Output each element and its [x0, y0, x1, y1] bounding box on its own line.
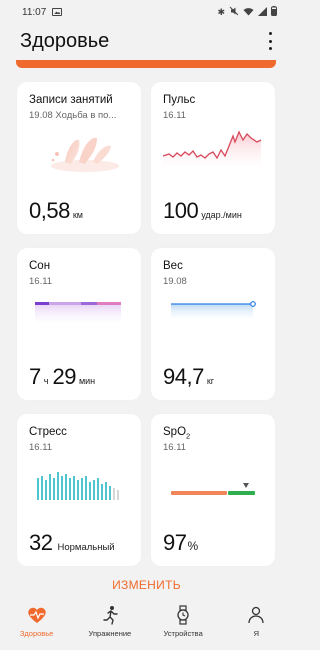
card-title: Сон [29, 260, 51, 272]
nav-tab-devices[interactable]: Устройства [147, 600, 220, 650]
card-title: SpO2 [163, 426, 190, 440]
more-options-icon[interactable] [267, 32, 273, 50]
card-value-row: 7 ч 29 мин [29, 364, 95, 390]
edit-button[interactable]: ИЗМЕНИТЬ [0, 578, 293, 592]
card-subtitle: 16.11 [29, 276, 53, 287]
spo2-card[interactable]: SpO2 16.11 97 % [151, 414, 275, 566]
card-subtitle: 16.11 [163, 442, 187, 453]
spo2-value: 97 [163, 530, 187, 555]
spo2-title: SpO [163, 426, 187, 438]
accent-bar [16, 60, 276, 68]
stress-value: 32 [29, 530, 53, 555]
sleep-chart [35, 302, 121, 324]
nav-tab-exercise[interactable]: Упражнение [73, 600, 146, 650]
page-title: Здоровье [20, 30, 110, 52]
card-title: Пульс [163, 94, 196, 106]
wifi-icon [243, 7, 254, 18]
heart-pulse-icon [27, 607, 46, 623]
watch-icon [177, 605, 189, 625]
nav-tab-me[interactable]: Я [220, 600, 293, 650]
header: Здоровье [0, 24, 293, 64]
card-value-row: 100 удар./мин [163, 198, 242, 224]
card-subtitle: 19.08 Ходьба в по... [29, 110, 117, 121]
gallery-notification-icon [52, 8, 63, 16]
person-icon [248, 606, 265, 624]
stress-chart [37, 472, 119, 500]
card-subtitle: 16.11 [163, 110, 187, 121]
sleep-hours-value: 7 [29, 364, 41, 389]
pulse-chart [162, 130, 262, 168]
stress-card[interactable]: Стресс 16.11 32 Нормальный [17, 414, 141, 566]
battery-icon [271, 6, 277, 18]
card-value-row: 97 % [163, 530, 198, 556]
weight-value: 94,7 [163, 364, 204, 389]
sleep-minutes-value: 29 [52, 364, 76, 389]
signal-icon [258, 6, 267, 18]
pulse-unit: удар./мин [201, 210, 242, 220]
nav-label: Я [253, 629, 260, 638]
status-bar: 11:07 ✱ [0, 0, 293, 24]
card-title: Вес [163, 260, 183, 272]
nav-tab-health[interactable]: Здоровье [0, 600, 73, 650]
spo2-unit: % [187, 539, 199, 553]
mute-icon [229, 6, 239, 18]
card-value-row: 32 Нормальный [29, 530, 115, 556]
sleep-minutes-unit: мин [78, 376, 96, 386]
weight-chart [171, 301, 256, 320]
pulse-card[interactable]: Пульс 16.11 100 удар./мин [151, 82, 275, 234]
nav-label: Упражнение [88, 629, 132, 638]
nav-label: Устройства [163, 629, 203, 638]
bottom-navigation: Здоровье Упражнение Устройства Я [0, 600, 293, 650]
card-title: Записи занятий [29, 94, 113, 106]
workout-distance-value: 0,58 [29, 198, 70, 223]
status-time: 11:07 [22, 6, 47, 18]
card-subtitle: 16.11 [29, 442, 53, 453]
card-value-row: 0,58 км [29, 198, 83, 224]
weight-unit: кг [206, 376, 215, 386]
bluetooth-icon: ✱ [217, 6, 225, 17]
weight-card[interactable]: Вес 19.08 94,7 кг [151, 248, 275, 400]
running-person-icon [103, 606, 118, 625]
card-title: Стресс [29, 426, 67, 438]
workout-distance-unit: км [72, 210, 83, 220]
sleep-hours-unit: ч [43, 376, 49, 386]
sleep-card[interactable]: Сон 16.11 7 ч 29 мин [17, 248, 141, 400]
card-value-row: 94,7 кг [163, 364, 214, 390]
card-subtitle: 19.08 [163, 276, 187, 287]
workout-illustration-icon [51, 137, 119, 172]
stress-level-label: Нормальный [57, 542, 115, 553]
spo2-title-subscript: 2 [186, 431, 191, 441]
nav-label: Здоровье [19, 629, 54, 638]
spo2-chart [171, 483, 255, 495]
pulse-value: 100 [163, 198, 199, 223]
workouts-card[interactable]: Записи занятий 19.08 Ходьба в по... 0,58… [17, 82, 141, 234]
